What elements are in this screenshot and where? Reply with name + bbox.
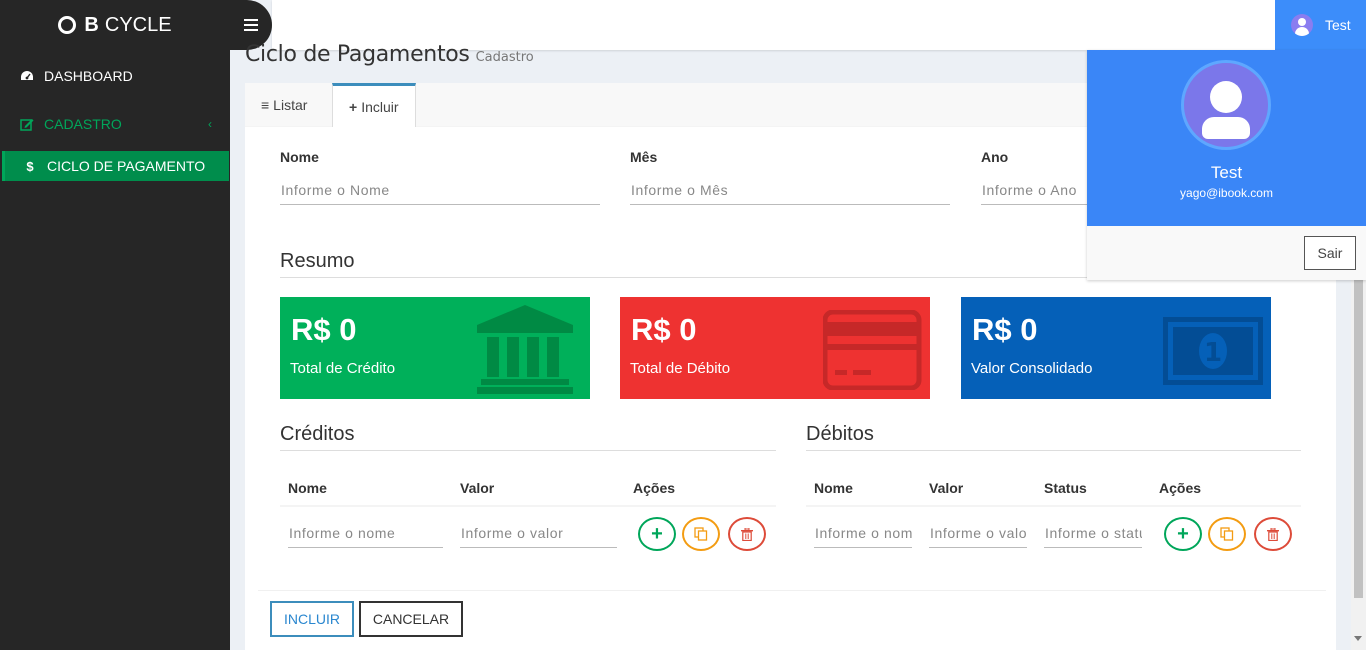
logout-button[interactable]: Sair: [1304, 236, 1356, 270]
credit-name-input[interactable]: [288, 518, 443, 548]
trash-icon: [1267, 527, 1279, 541]
add-debit-button[interactable]: +: [1164, 517, 1202, 551]
debit-total-value: R$ 0: [631, 312, 697, 347]
chevron-left-icon: ‹: [208, 117, 212, 131]
plus-icon: +: [1177, 522, 1189, 545]
trash-icon: [741, 527, 753, 541]
user-dropdown-header: Test yago@ibook.com: [1087, 50, 1366, 226]
plus-icon: +: [349, 98, 358, 115]
svg-text:1: 1: [1204, 338, 1222, 368]
credit-card-icon: [823, 310, 922, 390]
debits-header-actions: Ações: [1159, 480, 1202, 496]
debits-header-name: Nome: [814, 480, 853, 496]
cancel-button[interactable]: CANCELAR: [359, 601, 463, 637]
tab-label: Incluir: [361, 98, 399, 115]
sidebar-toggle-button[interactable]: [244, 16, 258, 34]
edit-icon: [20, 118, 34, 131]
clone-debit-button[interactable]: [1208, 517, 1246, 551]
debit-status-input[interactable]: [1044, 518, 1142, 548]
debit-total-card: R$ 0 Total de Débito: [620, 297, 930, 399]
bank-icon: [477, 305, 573, 394]
dashboard-icon: [20, 70, 34, 82]
sidebar-item-label: DASHBOARD: [44, 68, 133, 84]
credits-title: Créditos: [280, 423, 776, 451]
copy-icon: [694, 527, 708, 541]
box-footer-divider: [258, 590, 1326, 591]
user-menu-button[interactable]: Test: [1275, 0, 1366, 50]
scrollbar-thumb[interactable]: [1354, 280, 1363, 598]
user-avatar-icon: [1291, 14, 1313, 36]
tab-incluir[interactable]: + Incluir: [332, 83, 416, 127]
user-name: Test: [1325, 17, 1351, 33]
dollar-icon: $: [26, 158, 34, 174]
delete-debit-button[interactable]: [1254, 517, 1292, 551]
sidebar-item-label: CICLO DE PAGAMENTO: [47, 158, 206, 174]
consolidated-value-card: 1 R$ 0 Valor Consolidado: [961, 297, 1271, 399]
consolidated-value-label: Valor Consolidado: [971, 360, 1093, 377]
credits-header-name: Nome: [288, 480, 327, 496]
debits-header-divider: [806, 505, 1301, 507]
debits-header-status: Status: [1044, 480, 1087, 496]
clone-credit-button[interactable]: [682, 517, 720, 551]
tab-label: Listar: [273, 97, 308, 113]
credit-total-label: Total de Crédito: [290, 360, 396, 377]
credits-header-actions: Ações: [633, 480, 676, 496]
delete-credit-button[interactable]: [728, 517, 766, 551]
scroll-down-arrow-icon[interactable]: [1354, 636, 1362, 641]
credit-total-card: R$ 0 Total de Crédito: [280, 297, 590, 399]
debit-value-input[interactable]: [929, 518, 1027, 548]
debits-header-value: Valor: [929, 480, 964, 496]
sidebar-item-dashboard[interactable]: DASHBOARD: [0, 56, 230, 96]
name-label: Nome: [280, 149, 319, 165]
page-title-text: Ciclo de Pagamentos: [245, 42, 470, 67]
tab-listar[interactable]: ≡ Listar: [245, 83, 333, 127]
credits-header-divider: [280, 505, 776, 507]
year-label: Ano: [981, 149, 1009, 165]
user-dropdown-menu: Test yago@ibook.com Sair: [1087, 50, 1366, 280]
brand-text: CYCLE: [104, 13, 172, 36]
sidebar: B CYCLE DASHBOARD CADASTRO ‹ $ CICLO DE …: [0, 0, 230, 650]
user-dropdown-email: yago@ibook.com: [1180, 186, 1273, 200]
hamburger-menu-icon: [244, 19, 258, 31]
credit-value-input[interactable]: [460, 518, 617, 548]
list-icon: ≡: [261, 97, 270, 113]
consolidated-value: R$ 0: [972, 312, 1038, 347]
copy-icon: [1220, 527, 1234, 541]
debit-total-label: Total de Débito: [630, 360, 731, 377]
month-input[interactable]: [630, 175, 950, 205]
brand-strong: B: [84, 13, 99, 36]
sidebar-item-label: CADASTRO: [44, 116, 122, 132]
page-subtitle: Cadastro: [475, 50, 534, 65]
brand-logo[interactable]: B CYCLE: [0, 0, 230, 50]
name-input[interactable]: [280, 175, 600, 205]
debits-title: Débitos: [806, 423, 1301, 451]
include-button[interactable]: INCLUIR: [270, 601, 354, 637]
add-credit-button[interactable]: +: [638, 517, 676, 551]
user-dropdown-name: Test: [1210, 163, 1243, 182]
month-label: Mês: [630, 149, 658, 165]
sidebar-item-ciclo-de-pagamento[interactable]: $ CICLO DE PAGAMENTO: [2, 151, 229, 181]
user-avatar-large-icon: [1181, 60, 1271, 150]
debit-name-input[interactable]: [814, 518, 912, 548]
cycle-logo-icon: [58, 16, 77, 34]
money-icon: 1: [1163, 317, 1263, 385]
plus-icon: +: [651, 522, 663, 545]
page-title: Ciclo de Pagamentos Cadastro: [245, 42, 534, 67]
credit-total-value: R$ 0: [291, 312, 357, 347]
credits-header-value: Valor: [460, 480, 495, 496]
sidebar-item-cadastro[interactable]: CADASTRO ‹: [0, 104, 230, 144]
